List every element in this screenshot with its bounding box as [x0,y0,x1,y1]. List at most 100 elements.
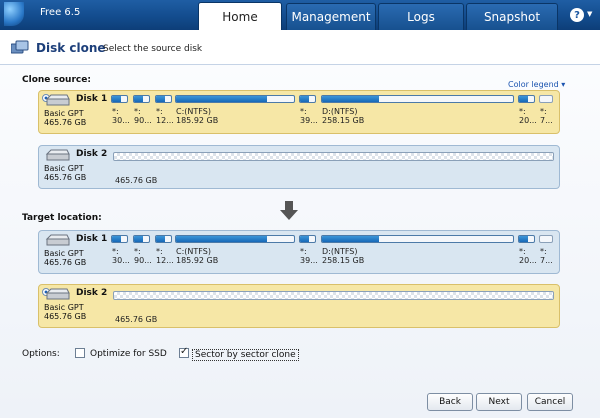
options-label: Options: [22,349,60,359]
partition-label: *: [112,247,119,256]
partition-usage-fill [112,96,121,102]
partition[interactable]: *: 20... [518,235,537,267]
partition[interactable]: D:(NTFS) 258.15 GB [321,235,514,267]
disk-type: Basic GPT [44,109,84,118]
partition-usage-fill [300,96,309,102]
partition[interactable]: *: 30... [111,95,130,127]
partition[interactable]: *: 39... [299,95,318,127]
disk-name: Disk 1 [76,234,108,244]
disk-type: Basic GPT [44,303,84,312]
partition-size: 90... [134,116,152,125]
clone-source-label: Clone source: [22,75,91,85]
partition[interactable]: *: 90... [133,235,152,267]
partition[interactable]: *: 90... [133,95,152,127]
tab-home[interactable]: Home [198,2,282,30]
top-bar: Free 6.5 Home Management Logs Snapshot ?… [0,0,600,30]
partition-usage-bar [175,95,295,103]
disk-info: Disk 1 Basic GPT 465.76 GB [39,91,111,133]
partition[interactable]: *: 20... [518,95,537,127]
unallocated-size: 465.76 GB [115,176,158,185]
sector-clone-checkbox[interactable] [179,346,189,358]
partition-usage-bar [518,235,535,243]
unallocated-size: 465.76 GB [115,315,158,324]
partition-size: 90... [134,256,152,265]
partition-size: 30... [112,116,130,125]
partition-usage-fill [112,236,121,242]
chevron-down-icon[interactable]: ▼ [587,10,592,18]
partition-size: 20... [519,256,537,265]
partition-usage-fill [176,96,267,102]
partition-label: *: [156,107,163,116]
tab-snapshot[interactable]: Snapshot [466,3,558,30]
partition-usage-bar [155,235,172,243]
page-title: Disk clone [36,41,106,55]
partition-usage-fill [322,96,380,102]
app-logo [4,2,24,26]
disk-info: Disk 2 Basic GPT 465.76 GB [39,146,111,188]
target-disk-1-row[interactable]: Disk 1 Basic GPT 465.76 GB *: 30... *: 90..… [38,230,560,274]
partition-size: 185.92 GB [176,116,219,125]
partition-usage-fill [300,236,309,242]
partition-size: 258.15 GB [322,116,365,125]
partition-label: D:(NTFS) [322,247,358,256]
partition[interactable]: *: 7... [539,235,553,267]
disk-size: 465.76 GB [44,118,87,127]
target-location-label: Target location: [22,213,102,223]
partition-usage-bar [321,95,514,103]
partition-label: *: [156,247,163,256]
sector-clone-label[interactable]: Sector by sector clone [192,349,299,361]
partition[interactable]: *: 7... [539,95,553,127]
disk-size: 465.76 GB [44,258,87,267]
partition[interactable]: *: 12... [155,95,174,127]
partition-label: *: [540,247,547,256]
source-disk-1-row[interactable]: Disk 1 Basic GPT 465.76 GB *: 30... *: 90..… [38,90,560,134]
target-disk-2-row[interactable]: Disk 2 Basic GPT 465.76 GB 465.76 GB [38,284,560,328]
partition-usage-bar [539,95,553,103]
unallocated-space-bar [113,152,554,161]
partition-size: 12... [156,116,174,125]
partition-label: D:(NTFS) [322,107,358,116]
partition-usage-fill [134,96,143,102]
tab-management[interactable]: Management [286,3,376,30]
optimize-ssd-checkbox[interactable] [75,348,85,358]
partition-usage-bar [155,95,172,103]
partition-size: 7... [540,116,553,125]
hard-disk-icon [45,94,70,106]
partition-label: *: [300,247,307,256]
partition-size: 7... [540,256,553,265]
partition-usage-fill [156,236,165,242]
tab-logs[interactable]: Logs [378,3,464,30]
partition[interactable]: *: 12... [155,235,174,267]
partition-usage-bar [518,95,535,103]
partition[interactable]: C:(NTFS) 185.92 GB [175,235,295,267]
hard-disk-icon [45,149,70,161]
partition-size: 12... [156,256,174,265]
source-disk-2-row[interactable]: Disk 2 Basic GPT 465.76 GB 465.76 GB [38,145,560,189]
partition-usage-bar [111,95,128,103]
partition-label: *: [134,247,141,256]
disk-type: Basic GPT [44,249,84,258]
partition[interactable]: C:(NTFS) 185.92 GB [175,95,295,127]
optimize-ssd-label[interactable]: Optimize for SSD [90,349,167,359]
disk-info: Disk 1 Basic GPT 465.76 GB [39,231,111,273]
partition-size: 20... [519,116,537,125]
partition-usage-fill [134,236,143,242]
next-button[interactable]: Next [476,393,522,411]
partition[interactable]: *: 30... [111,235,130,267]
partition[interactable]: D:(NTFS) 258.15 GB [321,95,514,127]
color-legend-link[interactable]: Color legend ▾ [508,80,565,89]
partition-usage-bar [111,235,128,243]
cancel-button[interactable]: Cancel [527,393,573,411]
disk-info: Disk 2 Basic GPT 465.76 GB [39,285,111,327]
partition-label: *: [519,247,526,256]
partition-usage-fill [322,236,380,242]
partition-usage-bar [299,235,316,243]
help-icon[interactable]: ? [570,8,584,22]
disk-name: Disk 2 [76,149,108,159]
hard-disk-icon [45,288,70,300]
partition[interactable]: *: 39... [299,235,318,267]
partition-size: 30... [112,256,130,265]
arrow-down-icon [280,201,298,220]
back-button[interactable]: Back [427,393,473,411]
partition-label: *: [519,107,526,116]
